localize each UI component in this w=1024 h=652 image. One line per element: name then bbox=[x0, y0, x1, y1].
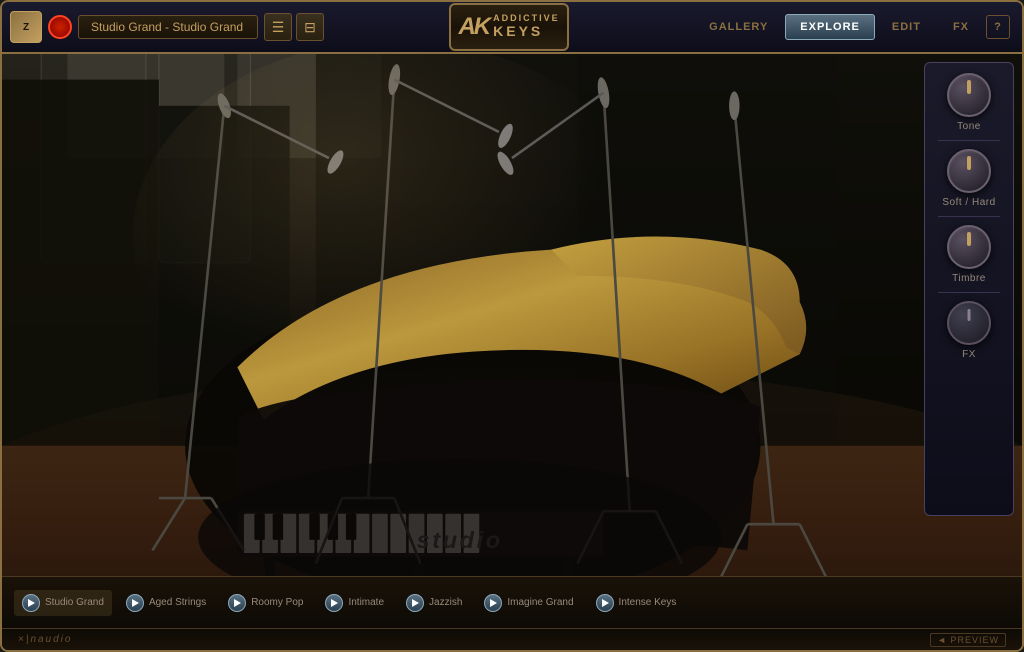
play-triangle-icon bbox=[132, 599, 139, 607]
play-aged-strings[interactable] bbox=[126, 594, 144, 612]
play-triangle-icon bbox=[234, 599, 241, 607]
play-studio-grand[interactable] bbox=[22, 594, 40, 612]
svg-text:studio: studio bbox=[417, 527, 503, 553]
footer-logo: ×|naudio bbox=[18, 634, 72, 645]
presets-bar: Studio Grand Aged Strings Roomy Pop Inti… bbox=[2, 576, 1022, 628]
play-intense-keys[interactable] bbox=[596, 594, 614, 612]
right-control-panel: Tone Soft / Hard Timbre FX bbox=[924, 62, 1014, 516]
soft-hard-knob[interactable] bbox=[947, 149, 991, 193]
tab-gallery[interactable]: GALLERY bbox=[694, 14, 783, 40]
nav-tabs: GALLERY EXPLORE EDIT FX ? bbox=[694, 14, 1014, 40]
scene-background: studio bbox=[2, 54, 1022, 576]
preset-label-roomy-pop: Roomy Pop bbox=[251, 597, 303, 608]
play-roomy-pop[interactable] bbox=[228, 594, 246, 612]
app-container: Z Studio Grand - Studio Grand ☰ ⊟ AK ADD… bbox=[0, 0, 1024, 652]
play-triangle-icon bbox=[602, 599, 609, 607]
play-intimate[interactable] bbox=[325, 594, 343, 612]
play-jazzish[interactable] bbox=[406, 594, 424, 612]
tab-help[interactable]: ? bbox=[986, 15, 1010, 39]
play-triangle-icon bbox=[412, 599, 419, 607]
preset-label-imagine-grand: Imagine Grand bbox=[507, 597, 573, 608]
soft-hard-label: Soft / Hard bbox=[942, 197, 995, 208]
preset-label-intense-keys: Intense Keys bbox=[619, 597, 677, 608]
logo-icon: Z bbox=[10, 11, 42, 43]
header-icons: ☰ ⊟ bbox=[264, 13, 324, 41]
timbre-knob[interactable] bbox=[947, 225, 991, 269]
tab-edit[interactable]: EDIT bbox=[877, 14, 936, 40]
preset-item-jazzish[interactable]: Jazzish bbox=[398, 590, 470, 616]
ak-letters: AK bbox=[458, 13, 489, 41]
preset-label-aged-strings: Aged Strings bbox=[149, 597, 206, 608]
play-triangle-icon bbox=[331, 599, 338, 607]
play-imagine-grand[interactable] bbox=[484, 594, 502, 612]
preset-item-imagine-grand[interactable]: Imagine Grand bbox=[476, 590, 581, 616]
play-triangle-icon bbox=[490, 599, 497, 607]
ak-logo-center: AK ADDICTIVE KEYS bbox=[332, 3, 686, 51]
footer-bar: ×|naudio ◄ PREVIEW bbox=[2, 628, 1022, 650]
tone-control[interactable]: Tone bbox=[947, 73, 991, 132]
preset-item-studio-grand[interactable]: Studio Grand bbox=[14, 590, 112, 616]
divider-3 bbox=[938, 292, 1000, 293]
addictive-keys-text: ADDICTIVE KEYS bbox=[493, 14, 560, 39]
header: Z Studio Grand - Studio Grand ☰ ⊟ AK ADD… bbox=[2, 2, 1022, 54]
fx-label: FX bbox=[962, 349, 976, 360]
bookmark-icon-button[interactable]: ⊟ bbox=[296, 13, 324, 41]
preset-label-jazzish: Jazzish bbox=[429, 597, 462, 608]
preset-item-intimate[interactable]: Intimate bbox=[317, 590, 392, 616]
tone-knob[interactable] bbox=[947, 73, 991, 117]
preset-label-studio-grand: Studio Grand bbox=[45, 597, 104, 608]
ak-logo-badge: AK ADDICTIVE KEYS bbox=[449, 3, 569, 51]
preset-name[interactable]: Studio Grand - Studio Grand bbox=[78, 15, 258, 39]
timbre-control[interactable]: Timbre bbox=[947, 225, 991, 284]
preset-item-intense-keys[interactable]: Intense Keys bbox=[588, 590, 685, 616]
divider-2 bbox=[938, 216, 1000, 217]
preset-item-aged-strings[interactable]: Aged Strings bbox=[118, 590, 214, 616]
soft-hard-control[interactable]: Soft / Hard bbox=[942, 149, 995, 208]
preset-item-roomy-pop[interactable]: Roomy Pop bbox=[220, 590, 311, 616]
divider-1 bbox=[938, 140, 1000, 141]
piano-scene-svg: studio bbox=[2, 54, 1022, 576]
timbre-label: Timbre bbox=[952, 273, 986, 284]
play-triangle-icon bbox=[28, 599, 35, 607]
header-left: Z Studio Grand - Studio Grand ☰ ⊟ bbox=[10, 11, 324, 43]
fx-knob[interactable] bbox=[947, 301, 991, 345]
preview-button[interactable]: ◄ PREVIEW bbox=[930, 633, 1006, 647]
record-button[interactable] bbox=[48, 15, 72, 39]
fx-control[interactable]: FX bbox=[947, 301, 991, 360]
list-icon-button[interactable]: ☰ bbox=[264, 13, 292, 41]
tab-fx[interactable]: FX bbox=[938, 14, 984, 40]
tone-label: Tone bbox=[957, 121, 981, 132]
tab-explore[interactable]: EXPLORE bbox=[785, 14, 875, 40]
preset-label-intimate: Intimate bbox=[348, 597, 384, 608]
keys-text: KEYS bbox=[493, 24, 560, 39]
main-content: studio bbox=[2, 54, 1022, 576]
